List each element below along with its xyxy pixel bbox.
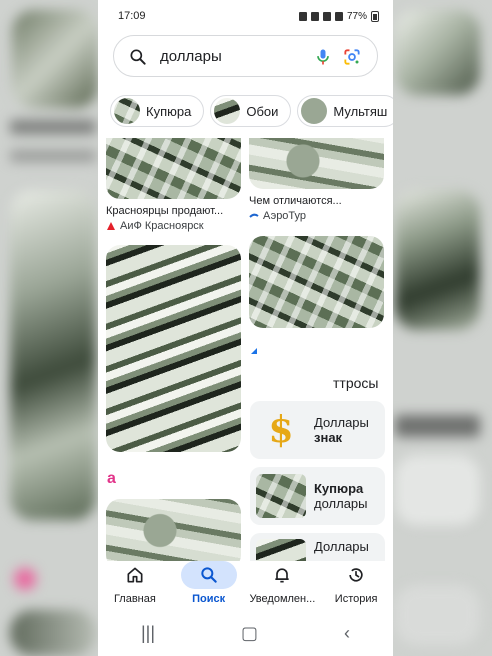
result-caption[interactable]: Чем отличаются... <box>249 195 384 207</box>
nav-search[interactable]: Поиск <box>174 561 244 605</box>
chip-oboi[interactable]: Обои <box>210 95 292 127</box>
result-image[interactable] <box>106 245 241 452</box>
bottom-navigation: Главная Поиск Уведомлен... История <box>98 561 393 611</box>
nav-notifications[interactable]: Уведомлен... <box>247 561 317 605</box>
chip-thumbnail <box>301 98 328 124</box>
related-thumbnail <box>256 539 306 561</box>
sim-icon <box>298 11 307 21</box>
chip-multyash[interactable]: Мультяш <box>297 95 393 127</box>
result-source[interactable]: АэроТур <box>249 210 384 222</box>
related-item-dollars[interactable]: Доллары <box>250 533 385 561</box>
filter-chips: Купюра Обои Мультяш <box>110 95 393 127</box>
related-item-dollar-sign[interactable]: $ Доллары знак <box>250 401 385 459</box>
nav-label: Уведомлен... <box>249 593 316 605</box>
result-image[interactable] <box>106 138 241 199</box>
search-box[interactable]: доллары <box>113 35 378 77</box>
battery-percent: 77% <box>346 10 367 22</box>
phone-screen: 17:09 77% доллары Купюра Обои Мультяш Кр… <box>98 0 393 656</box>
search-icon[interactable] <box>128 47 148 67</box>
nav-label: Поиск <box>192 593 226 605</box>
signal-icon <box>334 11 343 21</box>
nav-home[interactable]: Главная <box>100 561 170 605</box>
image-results: Красноярцы продают... АиФ Красноярск a Ч… <box>98 138 393 561</box>
related-item-kupyura[interactable]: Купюра доллары <box>250 467 385 525</box>
status-bar: 17:09 77% <box>98 0 393 32</box>
bell-icon <box>275 568 290 583</box>
recent-apps-icon[interactable]: ||| <box>141 623 155 644</box>
nav-history[interactable]: История <box>321 561 391 605</box>
chip-label: Купюра <box>146 103 192 119</box>
result-caption[interactable]: Красноярцы продают... <box>106 205 241 217</box>
chip-thumbnail <box>114 98 140 124</box>
status-time: 17:09 <box>118 10 146 22</box>
result-image[interactable] <box>249 236 384 328</box>
search-icon <box>200 567 217 583</box>
blue-logo-icon <box>251 348 257 354</box>
related-thumbnail <box>256 474 306 518</box>
mute-icon <box>310 11 319 21</box>
dollar-sign-icon: $ <box>268 409 294 451</box>
result-source[interactable] <box>249 346 263 356</box>
pink-logo-icon: a <box>107 470 116 487</box>
back-icon[interactable]: ‹ <box>344 623 350 644</box>
mic-icon[interactable] <box>313 47 333 67</box>
google-lens-icon[interactable] <box>342 47 362 67</box>
battery-icon <box>371 10 379 22</box>
nav-label: История <box>334 593 378 605</box>
chip-thumbnail <box>214 98 241 124</box>
chip-kupyura[interactable]: Купюра <box>110 95 205 127</box>
nav-label: Главная <box>113 593 156 605</box>
home-icon <box>127 567 143 583</box>
aerotour-logo-icon <box>249 213 259 218</box>
result-image[interactable] <box>106 499 241 561</box>
home-button-icon[interactable]: ▢ <box>241 623 258 644</box>
aif-logo-icon <box>107 222 115 230</box>
result-source[interactable]: АиФ Красноярск <box>106 220 241 232</box>
chip-label: Обои <box>246 103 279 119</box>
wifi-icon <box>322 11 331 21</box>
system-navigation-bar: ||| ▢ ‹ <box>98 611 393 656</box>
result-image[interactable] <box>249 138 384 189</box>
history-icon <box>349 568 363 582</box>
chip-label: Мультяш <box>333 103 388 119</box>
search-query[interactable]: доллары <box>160 48 222 65</box>
related-searches-title: ттросы <box>333 375 379 391</box>
